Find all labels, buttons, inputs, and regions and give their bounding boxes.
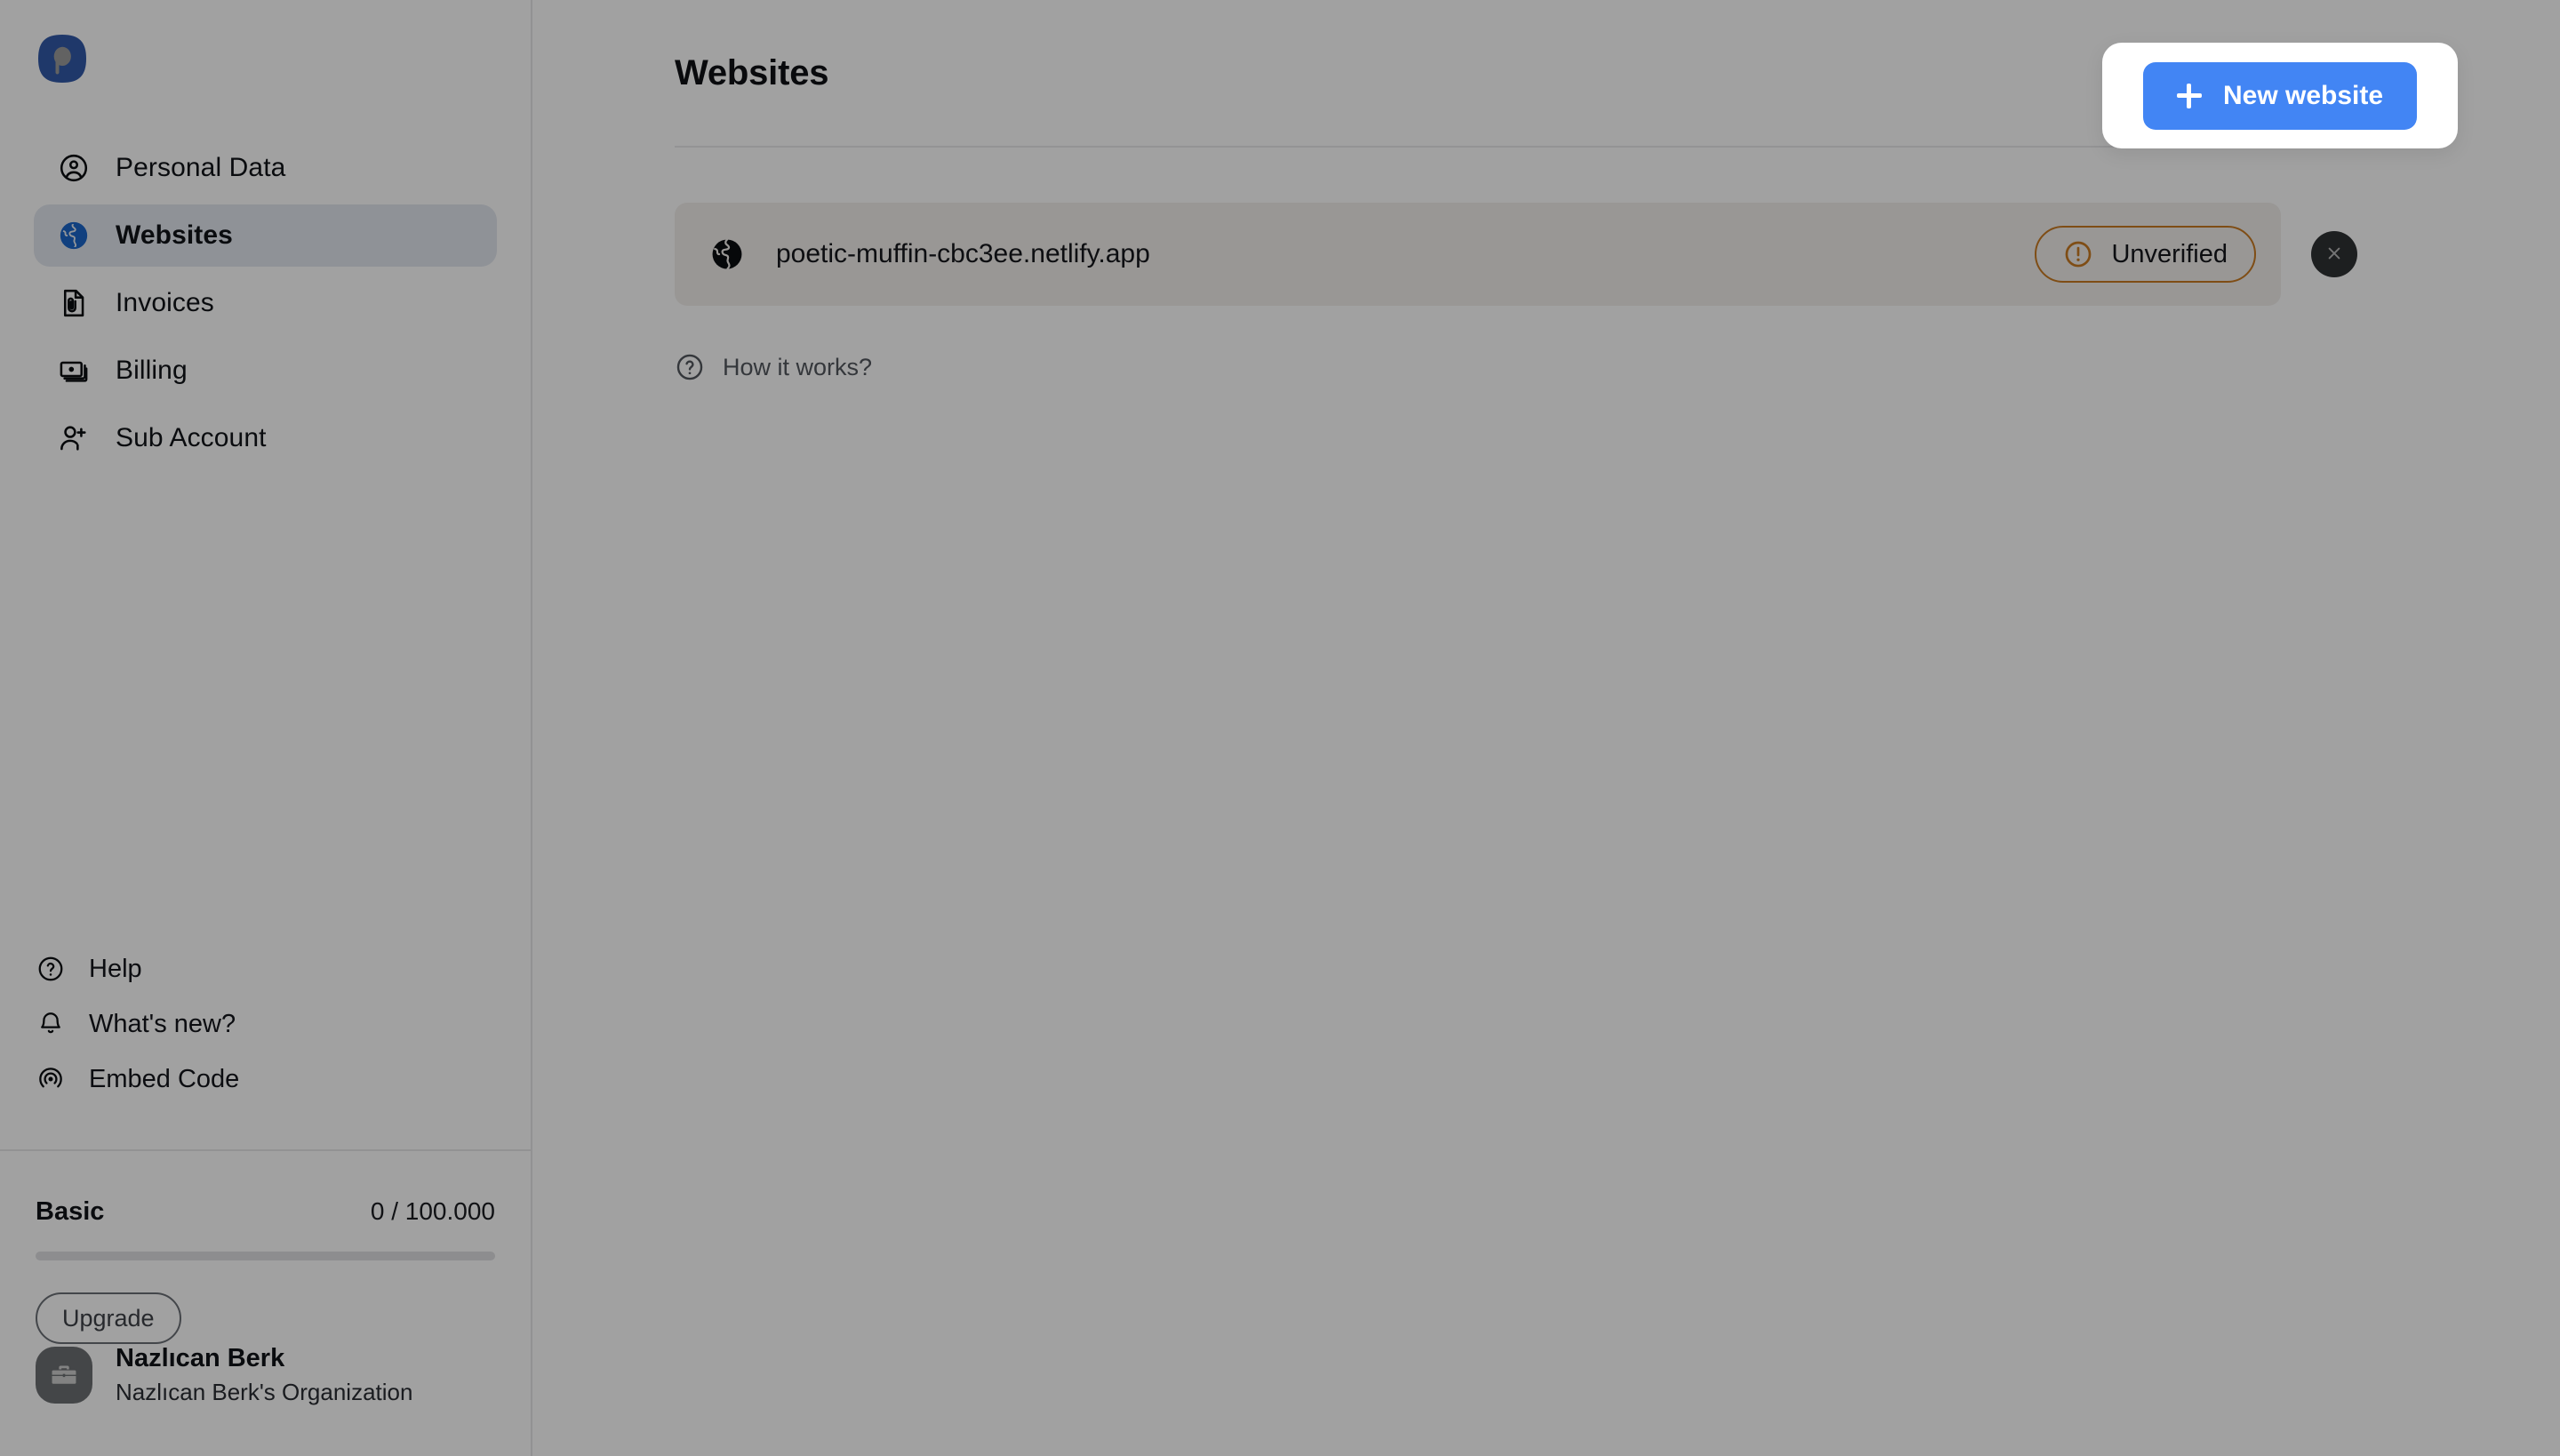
sidebar-item-label: Help <box>89 954 142 983</box>
upgrade-button[interactable]: Upgrade <box>36 1292 181 1344</box>
new-website-button[interactable]: New website <box>2142 61 2418 130</box>
table-row[interactable]: poetic-muffin-cbc3ee.netlify.app Unverif… <box>675 203 2281 306</box>
sidebar-item-help[interactable]: Help <box>36 948 497 989</box>
remove-website-button[interactable] <box>2311 231 2357 277</box>
plan-progress-bar <box>36 1252 495 1260</box>
status-badge: Unverified <box>2035 226 2256 283</box>
sidebar-item-label: What's new? <box>89 1009 236 1038</box>
bell-icon <box>36 1009 66 1039</box>
app-logo[interactable] <box>37 34 87 84</box>
website-row-wrapper: poetic-muffin-cbc3ee.netlify.app Unverif… <box>675 203 2357 306</box>
how-it-works-link[interactable]: How it works? <box>675 352 872 382</box>
user-plus-icon <box>57 421 91 455</box>
close-icon <box>2324 243 2345 267</box>
website-url: poetic-muffin-cbc3ee.netlify.app <box>776 239 1150 268</box>
sidebar-item-label: Sub Account <box>116 423 267 452</box>
user-name: Nazlıcan Berk <box>116 1344 285 1372</box>
sidebar-item-whats-new[interactable]: What's new? <box>36 1004 497 1044</box>
sidebar-secondary-nav: Help What's new? Embed Code <box>0 948 531 1100</box>
main-content: Websites poetic-muffin-cbc3ee.netlify.ap… <box>532 0 2560 1456</box>
avatar <box>36 1347 92 1404</box>
app-root: Personal Data Websites Invoices Billing … <box>0 0 2560 1456</box>
status-badge-label: Unverified <box>2111 239 2228 268</box>
globe-icon <box>57 219 91 252</box>
help-circle-icon <box>675 352 705 382</box>
plan-summary: Basic 0 / 100.000 Upgrade <box>0 1151 531 1344</box>
user-text: Nazlıcan Berk Nazlıcan Berk's Organizati… <box>116 1344 412 1406</box>
new-website-label: New website <box>2222 80 2384 110</box>
sidebar-item-label: Invoices <box>116 288 214 317</box>
plan-name: Basic <box>36 1197 105 1226</box>
sidebar: Personal Data Websites Invoices Billing … <box>0 0 532 1456</box>
sidebar-primary-nav: Personal Data Websites Invoices Billing … <box>0 137 531 469</box>
sidebar-item-embed-code[interactable]: Embed Code <box>36 1059 497 1100</box>
sidebar-item-label: Billing <box>116 356 188 385</box>
broadcast-icon <box>36 1064 66 1094</box>
sidebar-item-label: Websites <box>116 220 233 250</box>
coachmark-spotlight: New website <box>2102 43 2458 148</box>
user-circle-icon <box>57 151 91 185</box>
billing-card-icon <box>57 354 91 388</box>
alert-circle-icon <box>2063 239 2093 269</box>
sidebar-item-websites[interactable]: Websites <box>34 204 497 267</box>
sidebar-item-invoices[interactable]: Invoices <box>34 272 497 334</box>
sidebar-item-sub-account[interactable]: Sub Account <box>34 407 497 469</box>
globe-icon <box>708 236 746 273</box>
invoice-icon <box>57 286 91 320</box>
sidebar-item-label: Embed Code <box>89 1064 240 1093</box>
sidebar-item-billing[interactable]: Billing <box>34 340 497 402</box>
user-organization: Nazlıcan Berk's Organization <box>116 1379 413 1405</box>
plan-quota: 0 / 100.000 <box>370 1197 495 1225</box>
plan-row: Basic 0 / 100.000 <box>36 1197 495 1227</box>
user-profile[interactable]: Nazlıcan Berk Nazlıcan Berk's Organizati… <box>0 1344 531 1456</box>
sidebar-item-personal-data[interactable]: Personal Data <box>34 137 497 199</box>
help-circle-icon <box>36 954 66 984</box>
how-it-works-label: How it works? <box>723 353 873 380</box>
sidebar-item-label: Personal Data <box>116 153 286 182</box>
plus-icon <box>2176 83 2202 108</box>
page-title: Websites <box>675 52 829 92</box>
website-list: poetic-muffin-cbc3ee.netlify.app Unverif… <box>675 203 2357 387</box>
